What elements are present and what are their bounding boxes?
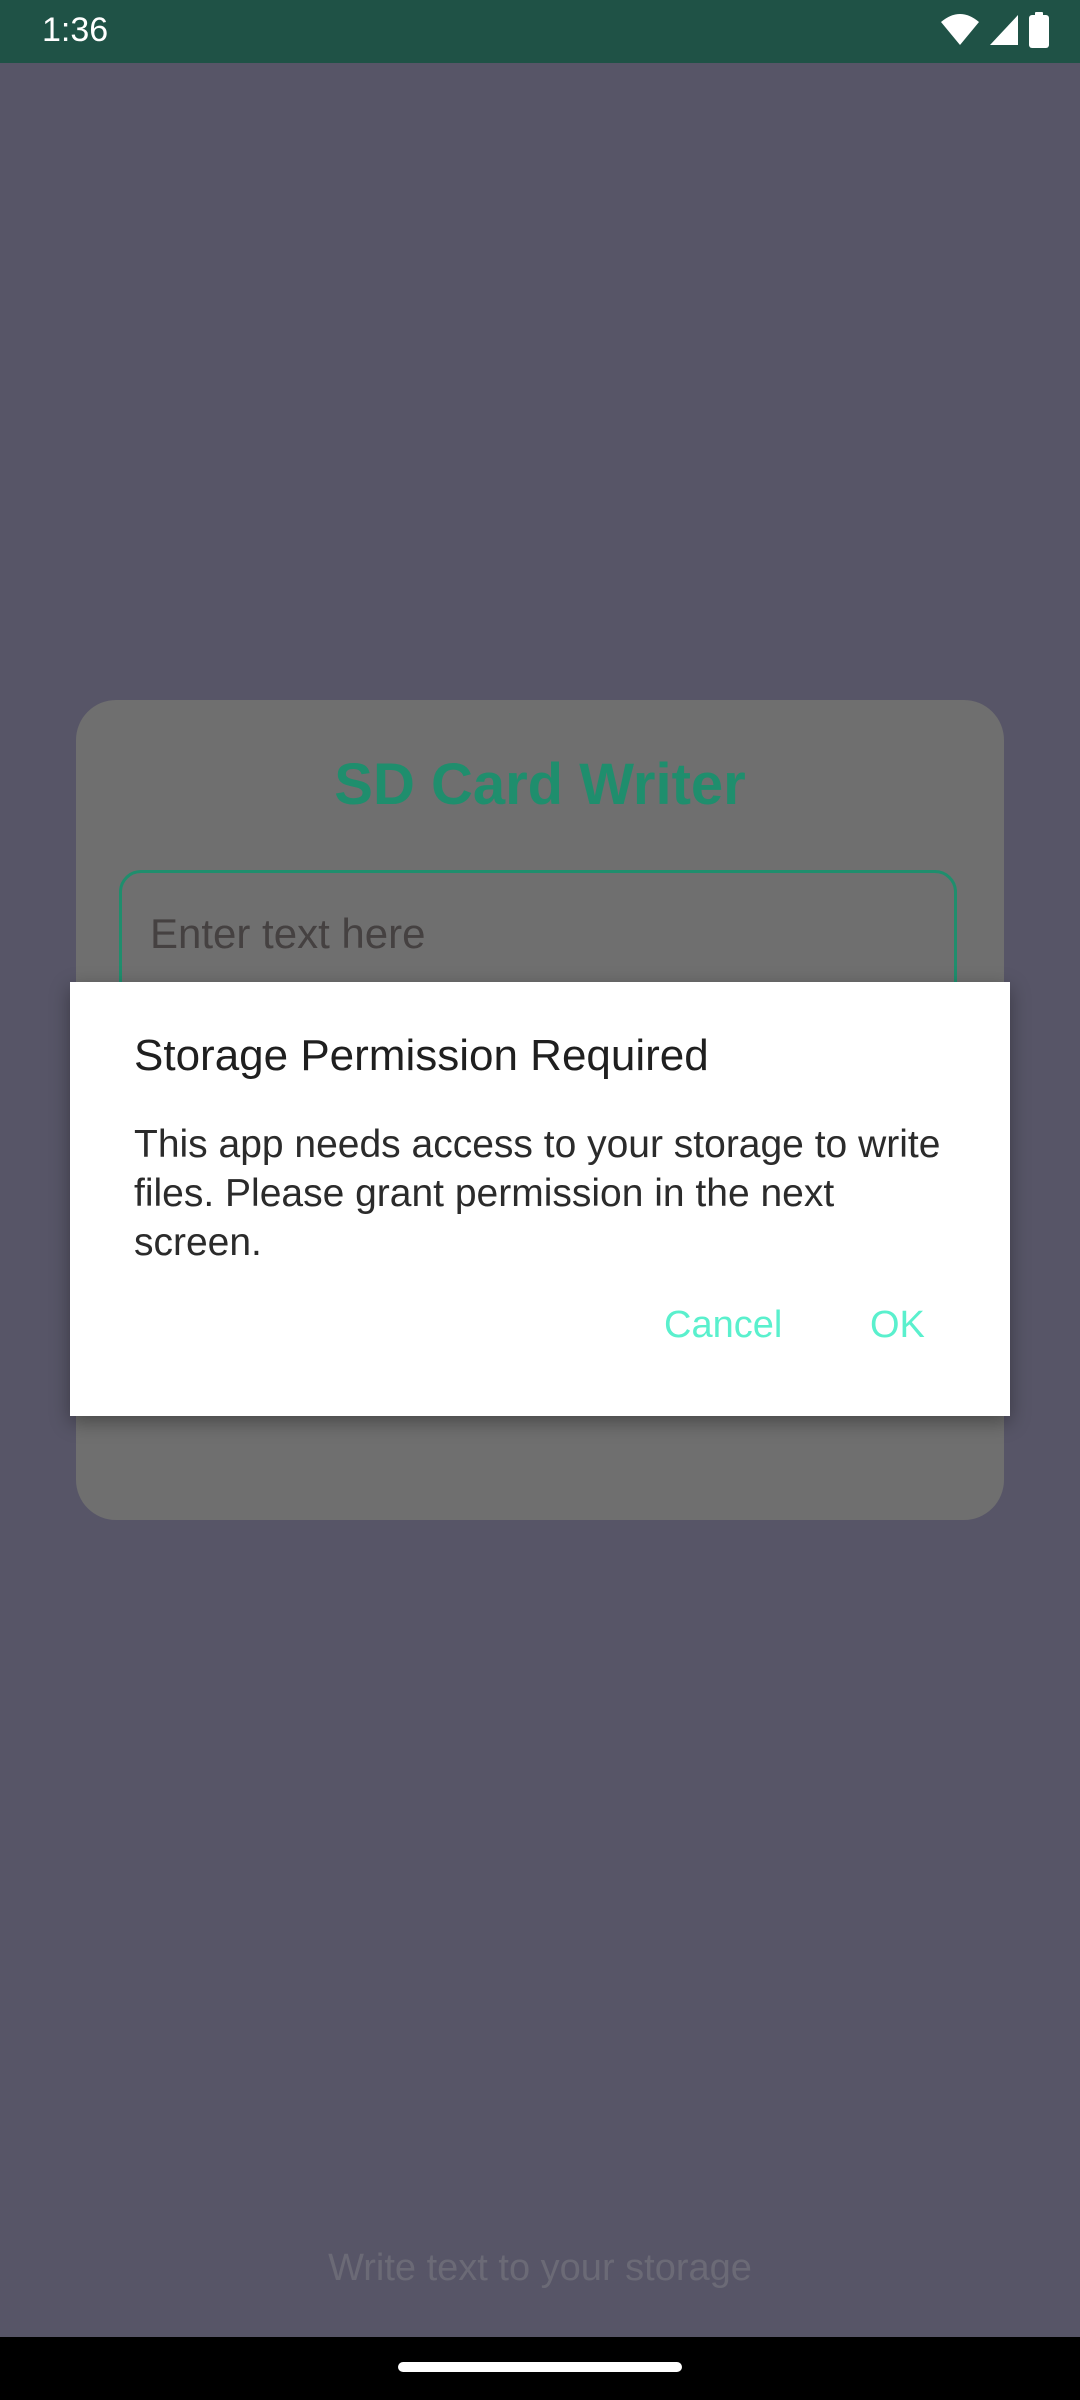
app-title: SD Card Writer <box>334 752 746 817</box>
home-handle[interactable] <box>398 2362 682 2372</box>
navigation-bar <box>0 2337 1080 2400</box>
text-input-placeholder: Enter text here <box>150 910 426 957</box>
cancel-button[interactable]: Cancel <box>664 1302 782 1348</box>
status-bar: 1:36 <box>0 0 1080 63</box>
footer-text: Write text to your storage <box>328 2247 752 2289</box>
dialog-title: Storage Permission Required <box>134 1031 709 1080</box>
battery-icon <box>1028 11 1050 53</box>
wifi-icon <box>940 13 980 52</box>
status-time: 1:36 <box>42 11 109 49</box>
signal-icon <box>988 13 1020 52</box>
ok-button[interactable]: OK <box>870 1302 925 1348</box>
permission-dialog: Storage Permission Required This app nee… <box>70 982 1010 1416</box>
dialog-message: This app needs access to your storage to… <box>134 1123 941 1264</box>
status-icons <box>940 11 1050 53</box>
